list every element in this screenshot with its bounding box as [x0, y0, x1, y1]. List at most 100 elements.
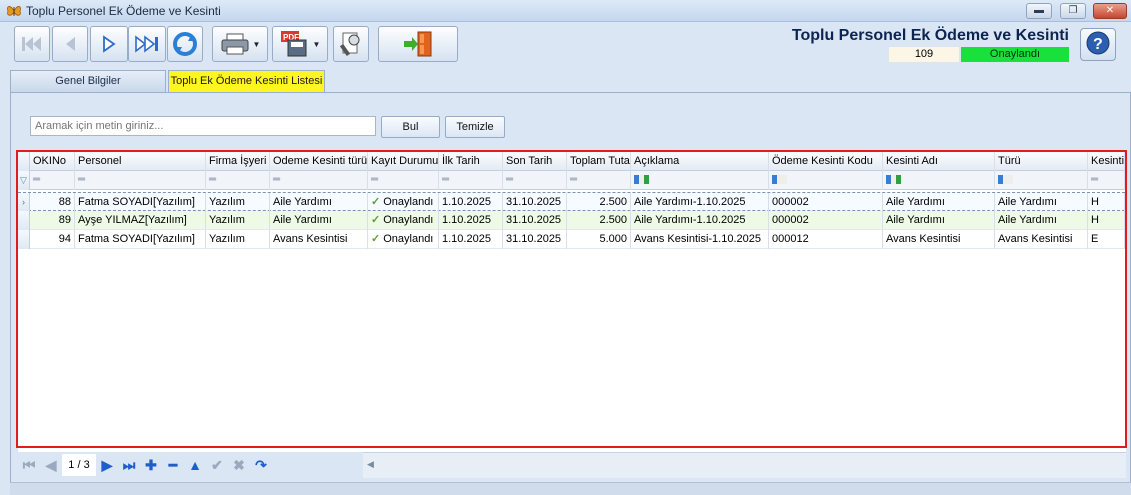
last-record-button[interactable]: [128, 26, 166, 62]
cell-kayit-durumu[interactable]: ✓ Onaylandı: [368, 230, 439, 249]
cell-kesinti-adi[interactable]: Aile Yardımı: [883, 193, 995, 212]
nav-previous-icon[interactable]: ◀: [40, 454, 62, 476]
column-header-kesinti-adi[interactable]: Kesinti Adı: [883, 152, 995, 171]
exit-button[interactable]: [378, 26, 458, 62]
cell-odeme-turu[interactable]: Aile Yardımı: [270, 193, 368, 212]
cell-turu[interactable]: Aile Yardımı: [995, 211, 1088, 230]
refresh-button[interactable]: [167, 26, 203, 62]
cell-son-tarih[interactable]: 31.10.2025: [503, 211, 567, 230]
cell-toplam-tutar[interactable]: 2.500: [567, 193, 631, 212]
table-row[interactable]: 94 Fatma SOYADI[Yazılım] Yazılım Avans K…: [18, 230, 1125, 249]
cell-toplam-tutar[interactable]: 5.000: [567, 230, 631, 249]
column-header-kesinti-kodu[interactable]: Ödeme Kesinti Kodu: [769, 152, 883, 171]
maximize-button[interactable]: ❐: [1060, 3, 1086, 19]
window-title: Toplu Personel Ek Ödeme ve Kesinti: [26, 4, 221, 18]
cell-personel[interactable]: Fatma SOYADI[Yazılım]: [75, 230, 206, 249]
previous-record-button[interactable]: [52, 26, 88, 62]
tab-general-info[interactable]: Genel Bilgiler: [10, 70, 166, 92]
cell-kesinti-adi[interactable]: Avans Kesintisi: [883, 230, 995, 249]
filter-cell[interactable]: ═: [270, 171, 368, 190]
nav-add-icon[interactable]: ✚: [140, 454, 162, 476]
nav-last-icon[interactable]: ⏭: [118, 454, 140, 476]
pdf-save-button[interactable]: PDF ▼: [272, 26, 328, 62]
cell-kesinti-adi[interactable]: Aile Yardımı: [883, 211, 995, 230]
column-header-ilk-tarih[interactable]: İlk Tarih: [439, 152, 503, 171]
cell-aciklama[interactable]: Aile Yardımı-1.10.2025: [631, 193, 769, 212]
nav-next-icon[interactable]: ▶: [96, 454, 118, 476]
cell-turu[interactable]: Avans Kesintisi: [995, 230, 1088, 249]
cell-okino[interactable]: 94: [30, 230, 75, 249]
filter-cell[interactable]: [631, 171, 769, 190]
tools-button[interactable]: [333, 26, 369, 62]
cell-kesinti[interactable]: H: [1088, 193, 1125, 212]
nav-edit-icon[interactable]: ▲: [184, 454, 206, 476]
find-button[interactable]: Bul: [381, 116, 440, 138]
column-header-odeme-turu[interactable]: Odeme Kesinti türü: [270, 152, 368, 171]
cell-okino[interactable]: 89: [30, 211, 75, 230]
column-header-firma[interactable]: Firma İşyeri: [206, 152, 270, 171]
cell-odeme-turu[interactable]: Aile Yardımı: [270, 211, 368, 230]
cell-personel[interactable]: Fatma SOYADI[Yazılım]: [75, 193, 206, 212]
clear-button[interactable]: Temizle: [445, 116, 505, 138]
filter-cell[interactable]: ═: [567, 171, 631, 190]
cell-aciklama[interactable]: Avans Kesintisi-1.10.2025: [631, 230, 769, 249]
filter-cell[interactable]: ═: [30, 171, 75, 190]
cell-son-tarih[interactable]: 31.10.2025: [503, 193, 567, 212]
column-header-toplam-tutar[interactable]: Toplam Tuta: [567, 152, 631, 171]
search-input[interactable]: [30, 116, 376, 136]
cell-ilk-tarih[interactable]: 1.10.2025: [439, 230, 503, 249]
cell-firma[interactable]: Yazılım: [206, 211, 270, 230]
cell-toplam-tutar[interactable]: 2.500: [567, 211, 631, 230]
filter-cell[interactable]: ═: [75, 171, 206, 190]
column-header-turu[interactable]: Türü: [995, 152, 1088, 171]
cell-firma[interactable]: Yazılım: [206, 230, 270, 249]
minimize-button[interactable]: ▬: [1026, 3, 1052, 19]
cell-ilk-tarih[interactable]: 1.10.2025: [439, 193, 503, 212]
column-header-son-tarih[interactable]: Son Tarih: [503, 152, 567, 171]
help-button[interactable]: ?: [1080, 28, 1116, 61]
cell-kesinti-kodu[interactable]: 000012: [769, 230, 883, 249]
cell-turu[interactable]: Aile Yardımı: [995, 193, 1088, 212]
filter-cell[interactable]: ═: [503, 171, 567, 190]
filter-cell[interactable]: ═: [368, 171, 439, 190]
table-row[interactable]: 89 Ayşe YILMAZ[Yazılım] Yazılım Aile Yar…: [18, 211, 1125, 230]
filter-cell[interactable]: ═: [439, 171, 503, 190]
column-header-aciklama[interactable]: Açıklama: [631, 152, 769, 171]
tab-bulk-payment-list[interactable]: Toplu Ek Ödeme Kesinti Listesi: [168, 70, 325, 92]
print-button[interactable]: ▼: [212, 26, 268, 62]
nav-refresh-icon[interactable]: ↷: [250, 454, 272, 476]
cell-aciklama[interactable]: Aile Yardımı-1.10.2025: [631, 211, 769, 230]
cell-kesinti[interactable]: E: [1088, 230, 1125, 249]
column-header-okino[interactable]: OKINo: [30, 152, 75, 171]
horizontal-scrollbar[interactable]: ◀: [363, 452, 1126, 478]
cell-firma[interactable]: Yazılım: [206, 193, 270, 212]
filter-cell[interactable]: [995, 171, 1088, 190]
nav-cancel-icon[interactable]: ✖: [228, 454, 250, 476]
filter-cell[interactable]: ═: [206, 171, 270, 190]
filter-cell[interactable]: [769, 171, 883, 190]
close-button[interactable]: ✕: [1093, 3, 1127, 19]
column-header-personel[interactable]: Personel: [75, 152, 206, 171]
cell-odeme-turu[interactable]: Avans Kesintisi: [270, 230, 368, 249]
filter-cell[interactable]: ═: [1088, 171, 1125, 190]
cell-personel[interactable]: Ayşe YILMAZ[Yazılım]: [75, 211, 206, 230]
cell-son-tarih[interactable]: 31.10.2025: [503, 230, 567, 249]
nav-first-icon[interactable]: ⏮: [18, 454, 40, 476]
cell-kesinti-kodu[interactable]: 000002: [769, 211, 883, 230]
scroll-left-icon[interactable]: ◀: [367, 459, 374, 470]
first-record-button[interactable]: [14, 26, 50, 62]
cell-kayit-durumu[interactable]: ✓ Onaylandı: [368, 211, 439, 230]
next-record-button[interactable]: [90, 26, 128, 62]
cell-kesinti[interactable]: H: [1088, 211, 1125, 230]
filter-cell[interactable]: [883, 171, 995, 190]
nav-delete-icon[interactable]: ━: [162, 454, 184, 476]
column-header-kayit-durumu[interactable]: Kayıt Durumu: [368, 152, 439, 171]
cell-okino[interactable]: 88: [30, 193, 75, 212]
cell-ilk-tarih[interactable]: 1.10.2025: [439, 211, 503, 230]
nav-save-icon[interactable]: ✔: [206, 454, 228, 476]
row-indicator: [18, 211, 30, 230]
cell-kesinti-kodu[interactable]: 000002: [769, 193, 883, 212]
column-header-kesinti[interactable]: Kesinti: [1088, 152, 1125, 171]
table-row[interactable]: › 88 Fatma SOYADI[Yazılım] Yazılım Aile …: [18, 192, 1125, 212]
cell-kayit-durumu[interactable]: ✓ Onaylandı: [368, 193, 439, 212]
